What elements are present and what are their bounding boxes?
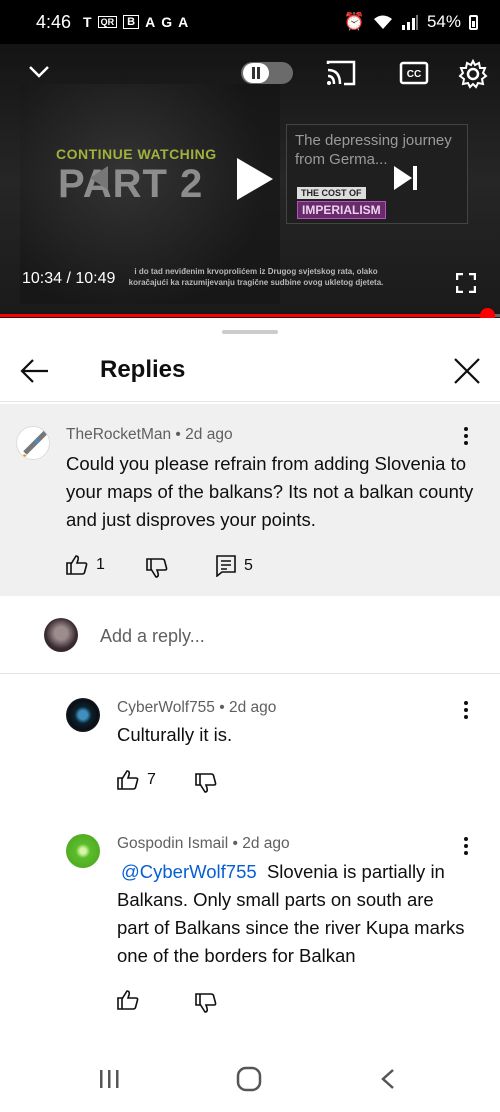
recent-apps-icon[interactable] xyxy=(98,1068,120,1090)
next-video-card[interactable]: The depressing journey from Germa... THE… xyxy=(286,124,468,224)
previous-icon[interactable] xyxy=(86,164,112,192)
qr-icon: QR xyxy=(97,16,118,28)
captions-icon[interactable]: CC xyxy=(399,61,429,85)
overlay-continue-label: CONTINUE WATCHING xyxy=(56,146,217,162)
play-icon[interactable] xyxy=(235,156,275,202)
back-icon[interactable] xyxy=(380,1068,396,1090)
like-count: 7 xyxy=(147,771,156,788)
reply-input-row[interactable]: Add a reply... xyxy=(0,598,500,674)
minimize-chevron-icon[interactable] xyxy=(28,64,50,80)
like-button[interactable] xyxy=(117,990,139,1010)
comment-age: 2d ago xyxy=(242,835,290,852)
comment-meta: CyberWolf755 • 2d ago xyxy=(117,699,277,716)
overlay-part-label: PART 2 xyxy=(58,162,204,206)
carrier-icon: T xyxy=(83,14,92,30)
next-video-title: The depressing journey from Germa... xyxy=(295,132,452,168)
comment-text: @CyberWolf755 Slovenia is partially in B… xyxy=(117,858,467,970)
avatar[interactable] xyxy=(66,698,100,732)
avatar[interactable] xyxy=(66,834,100,868)
dislike-button[interactable] xyxy=(195,773,217,793)
system-nav-bar xyxy=(0,1046,500,1112)
battery-icon xyxy=(469,14,478,30)
rocket-avatar-icon xyxy=(21,430,48,458)
progress-scrubber[interactable] xyxy=(480,308,495,318)
add-reply-input[interactable]: Add a reply... xyxy=(100,626,205,647)
comment-age: 2d ago xyxy=(185,426,233,443)
svg-text:CC: CC xyxy=(407,69,421,80)
comment-author[interactable]: Gospodin Ismail xyxy=(117,835,228,852)
comment-text: Could you please refrain from adding Slo… xyxy=(66,453,474,530)
reply-count: 5 xyxy=(244,557,253,574)
comment-age: 2d ago xyxy=(229,699,277,716)
g-icon: G xyxy=(161,14,173,30)
avatar xyxy=(44,618,78,652)
video-time: 10:34 / 10:49 xyxy=(22,270,116,287)
video-subtitle-text: i do tad neviđenim krvoprolićem iz Drugo… xyxy=(128,267,384,287)
thumbs-down-icon xyxy=(195,993,217,1013)
dislike-button[interactable] xyxy=(195,993,217,1013)
app-icon: B xyxy=(123,15,140,29)
alarm-icon: ⏰ xyxy=(343,12,365,31)
more-options-icon[interactable] xyxy=(456,424,476,448)
progress-fill xyxy=(0,314,487,317)
battery-percent: 54% xyxy=(426,12,461,31)
thumbs-down-icon xyxy=(195,773,217,793)
video-player[interactable]: CC CONTINUE WATCHING PART 2 The depressi… xyxy=(0,44,500,318)
thumbs-up-icon xyxy=(66,555,88,575)
comment-icon xyxy=(216,555,236,577)
back-arrow-icon[interactable] xyxy=(18,354,52,388)
home-icon[interactable] xyxy=(236,1066,262,1092)
sheet-title: Replies xyxy=(100,356,186,383)
comment-author[interactable]: CyberWolf755 xyxy=(117,699,215,716)
thumbs-down-icon xyxy=(146,558,168,578)
alert-icon: A xyxy=(178,14,189,30)
pause-icon xyxy=(243,63,269,83)
drag-handle[interactable] xyxy=(222,330,278,334)
status-time: 4:46 xyxy=(36,11,72,32)
close-icon[interactable] xyxy=(450,354,484,388)
autoplay-toggle[interactable] xyxy=(241,62,293,84)
next-icon[interactable] xyxy=(392,164,420,192)
comment-author[interactable]: TheRocketMan xyxy=(66,426,171,443)
replies-sheet: Replies TheRocketMan • 2d ago Could you … xyxy=(0,318,500,1112)
more-options-icon[interactable] xyxy=(456,834,476,858)
status-bar: 4:46 T QR B A G A ⏰ 54% xyxy=(0,0,500,44)
avatar[interactable] xyxy=(16,426,50,460)
more-options-icon[interactable] xyxy=(456,698,476,722)
signal-icon xyxy=(401,15,418,30)
thumbs-up-icon xyxy=(117,990,139,1010)
next-video-tag-top: THE COST OF xyxy=(297,187,366,199)
cast-icon[interactable] xyxy=(326,60,356,86)
replies-count-button[interactable]: 5 xyxy=(216,555,253,577)
fullscreen-icon[interactable] xyxy=(456,273,476,293)
thumbs-up-icon xyxy=(117,770,139,790)
wifi-icon xyxy=(373,15,392,29)
comment-meta: TheRocketMan • 2d ago xyxy=(66,426,233,443)
notification-icons: T QR B A G A xyxy=(83,14,188,30)
comment-text: Culturally it is. xyxy=(117,724,233,745)
progress-bar[interactable] xyxy=(0,308,500,318)
settings-gear-icon[interactable] xyxy=(458,59,488,89)
like-button[interactable]: 7 xyxy=(117,770,156,790)
next-video-tag-bottom: IMPERIALISM xyxy=(297,201,386,219)
like-count: 1 xyxy=(96,556,105,573)
dislike-button[interactable] xyxy=(146,558,168,578)
alert-icon: A xyxy=(145,14,156,30)
mention-link[interactable]: @CyberWolf755 xyxy=(121,861,257,882)
parent-comment: TheRocketMan • 2d ago Could you please r… xyxy=(0,404,500,596)
sheet-header: Replies xyxy=(0,342,500,402)
comment-meta: Gospodin Ismail • 2d ago xyxy=(117,835,290,852)
like-button[interactable]: 1 xyxy=(66,555,105,575)
